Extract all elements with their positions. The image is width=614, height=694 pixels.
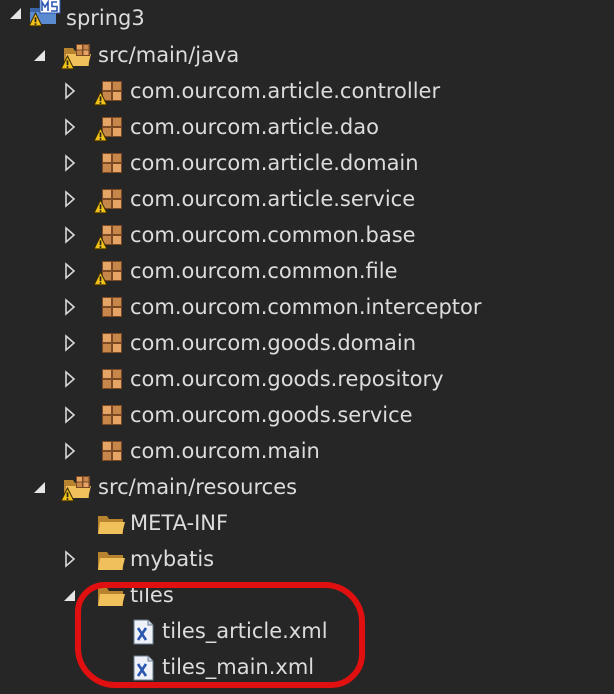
collapsed-arrow-icon[interactable] [62,370,78,388]
collapsed-arrow-icon[interactable] [62,550,78,568]
package-label: com.ourcom.common.file [130,259,398,283]
package-icon [96,293,126,323]
folder-label: META-INF [130,511,229,535]
warning-icon [60,55,75,70]
expanded-arrow-icon[interactable] [62,586,78,604]
expanded-arrow-icon[interactable] [32,46,48,64]
package-label: com.ourcom.main [130,439,320,463]
folder-icon [96,545,126,575]
tree-item-package[interactable]: com.ourcom.main [0,433,614,469]
tree-item-package[interactable]: com.ourcom.goods.domain [0,325,614,361]
package-label: com.ourcom.common.interceptor [130,295,482,319]
tree-item-src-main-resources[interactable]: src/main/resources [0,469,614,505]
source-folder-label: src/main/resources [98,475,298,499]
tree-item-package[interactable]: com.ourcom.article.dao [0,109,614,145]
tree-item-package[interactable]: com.ourcom.article.service [0,181,614,217]
tree-item-package[interactable]: com.ourcom.goods.repository [0,361,614,397]
package-icon [96,401,126,431]
package-icon [96,437,126,467]
collapsed-arrow-icon[interactable] [62,262,78,280]
tree-item-package[interactable]: com.ourcom.common.interceptor [0,289,614,325]
tree-item-package[interactable]: com.ourcom.goods.service [0,397,614,433]
tree-item-project[interactable]: spring3 [0,0,614,36]
package-label: com.ourcom.common.base [130,223,416,247]
collapsed-arrow-icon[interactable] [62,406,78,424]
tree-item-package[interactable]: com.ourcom.common.file [0,253,614,289]
tree-item-package[interactable]: com.ourcom.article.controller [0,73,614,109]
tree-item-package[interactable]: com.ourcom.article.domain [0,145,614,181]
collapsed-arrow-icon[interactable] [62,298,78,316]
warning-icon [93,91,108,106]
project-label: spring3 [66,6,145,30]
package-label: com.ourcom.article.controller [130,79,441,103]
package-icon [96,149,126,179]
project-explorer-tree: spring3 src/main/java com.ourcom.article… [0,0,614,694]
tree-item-folder-meta-inf[interactable]: META-INF [0,505,614,541]
collapsed-arrow-icon[interactable] [62,118,78,136]
warning-icon [93,199,108,214]
warning-icon [28,12,43,27]
warning-icon [93,127,108,142]
collapsed-arrow-icon[interactable] [62,154,78,172]
folder-icon [96,509,126,539]
collapsed-arrow-icon[interactable] [62,190,78,208]
warning-icon [93,271,108,286]
folder-label: mybatis [130,547,215,571]
tree-item-src-main-java[interactable]: src/main/java [0,37,614,73]
package-label: com.ourcom.goods.repository [130,367,444,391]
collapsed-arrow-icon[interactable] [62,82,78,100]
package-label: com.ourcom.article.service [130,187,416,211]
package-label: com.ourcom.goods.service [130,403,413,427]
package-icon [96,365,126,395]
collapsed-arrow-icon[interactable] [62,334,78,352]
package-label: com.ourcom.article.domain [130,151,419,175]
warning-icon [60,487,75,502]
source-folder-label: src/main/java [98,43,240,67]
collapsed-arrow-icon[interactable] [62,442,78,460]
warning-icon [93,235,108,250]
expanded-arrow-icon[interactable] [32,478,48,496]
tree-item-package[interactable]: com.ourcom.common.base [0,217,614,253]
tree-item-folder-mybatis[interactable]: mybatis [0,541,614,577]
package-label: com.ourcom.article.dao [130,115,379,139]
expanded-arrow-icon[interactable] [8,4,24,22]
collapsed-arrow-icon[interactable] [62,226,78,244]
highlight-annotation [75,582,365,688]
package-icon [96,329,126,359]
package-label: com.ourcom.goods.domain [130,331,417,355]
